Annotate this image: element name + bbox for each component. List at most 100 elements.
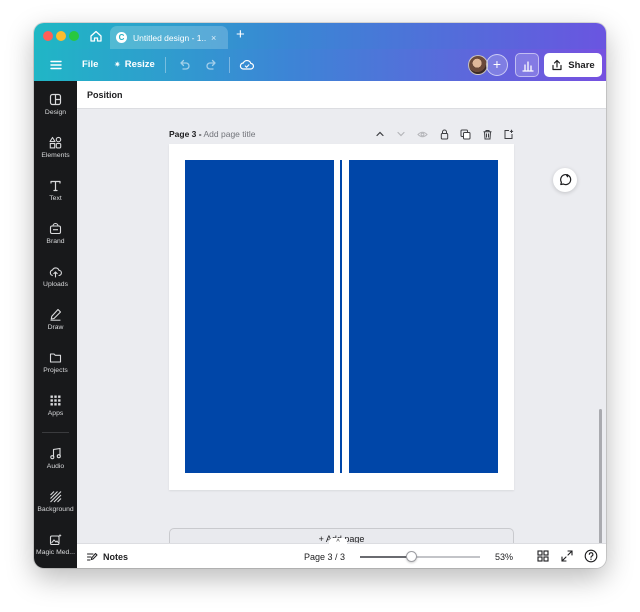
blue-panel-right[interactable] — [349, 160, 498, 473]
close-window-button[interactable] — [43, 31, 53, 41]
redo-icon[interactable] — [205, 58, 219, 72]
bar-chart-icon — [522, 61, 534, 72]
sidebar-item-label: Uploads — [43, 281, 68, 288]
position-button[interactable]: Position — [87, 90, 123, 100]
help-icon[interactable] — [584, 549, 598, 563]
elements-icon — [49, 136, 62, 149]
sidebar-item-label: Design — [44, 109, 67, 116]
left-sidebar: Design Elements Text Brand Uploads Draw … — [34, 81, 77, 568]
chevron-up-icon — [376, 131, 384, 137]
new-tab-button[interactable]: + — [236, 27, 245, 43]
sidebar-divider — [42, 432, 69, 433]
page-counter[interactable]: Page 3 / 3 — [304, 552, 345, 562]
comment-icon — [560, 174, 572, 186]
sidebar-item-elements[interactable]: Elements — [34, 132, 77, 172]
page-header: Page 3 - Add page title — [169, 129, 256, 139]
sidebar-item-projects[interactable]: Projects — [34, 347, 77, 387]
expand-pages-handle[interactable]: ^ — [329, 538, 347, 546]
app-window: C Untitled design - 1... × + File ✷ Resi… — [34, 23, 606, 568]
sidebar-item-label: Elements — [41, 152, 70, 159]
fullscreen-icon[interactable] — [561, 550, 573, 562]
zoom-slider-fill — [360, 556, 411, 558]
move-page-down-button[interactable] — [391, 127, 413, 141]
hide-page-button[interactable] — [412, 127, 434, 141]
page-tools — [369, 127, 520, 141]
share-button[interactable]: Share — [544, 53, 602, 77]
sidebar-item-brand[interactable]: Brand — [34, 218, 77, 258]
page-number-label: Page 3 - — [169, 129, 202, 139]
maximize-window-button[interactable] — [69, 31, 79, 41]
vertical-scrollbar[interactable] — [599, 409, 602, 559]
background-icon — [50, 491, 62, 503]
add-collaborator-button[interactable]: + — [486, 54, 508, 76]
sidebar-item-text[interactable]: Text — [34, 175, 77, 215]
undo-icon[interactable] — [177, 58, 191, 72]
move-page-up-button[interactable] — [369, 127, 391, 141]
notes-button[interactable]: Notes — [86, 551, 128, 563]
sidebar-item-magic-media[interactable]: Magic Med... — [34, 529, 77, 568]
sidebar-item-draw[interactable]: Draw — [34, 304, 77, 344]
duplicate-page-button[interactable] — [455, 127, 477, 141]
add-new-page-button[interactable] — [498, 127, 520, 141]
sidebar-item-label: Background — [37, 506, 74, 513]
zoom-slider-handle[interactable] — [406, 551, 417, 562]
lock-page-button[interactable] — [434, 127, 456, 141]
toolbar-divider — [229, 57, 230, 73]
home-icon[interactable] — [89, 29, 103, 43]
trash-icon — [483, 129, 492, 139]
file-menu-button[interactable]: File — [82, 59, 98, 70]
text-icon — [50, 180, 61, 192]
design-page[interactable] — [169, 144, 514, 490]
grid-view-icon[interactable] — [537, 550, 549, 562]
add-page-icon — [504, 129, 514, 139]
projects-icon — [49, 353, 62, 363]
sidebar-item-design[interactable]: Design — [34, 89, 77, 129]
add-comment-button[interactable] — [553, 168, 577, 192]
footer-bar: ^ Notes Page 3 / 3 53% — [77, 538, 606, 568]
notes-label: Notes — [103, 552, 129, 562]
lock-icon — [440, 129, 448, 139]
sidebar-item-label: Audio — [46, 463, 65, 470]
brand-icon — [49, 222, 62, 235]
notes-icon — [86, 553, 98, 561]
sidebar-item-audio[interactable]: Audio — [34, 443, 77, 483]
zoom-percentage[interactable]: 53% — [495, 552, 513, 562]
eye-icon — [417, 131, 428, 137]
canvas-area: Page 3 - Add page title + page — [77, 109, 606, 559]
sidebar-item-label: Brand — [46, 238, 65, 245]
canva-favicon-icon: C — [116, 32, 127, 43]
resize-label: Resize — [124, 59, 155, 70]
zoom-slider[interactable] — [360, 551, 480, 562]
sidebar-item-label: Projects — [43, 367, 68, 374]
insights-button[interactable] — [515, 53, 539, 77]
uploads-icon — [49, 267, 62, 278]
tab-title: Untitled design - 1... — [133, 32, 207, 43]
page-title-input[interactable]: Add page title — [204, 129, 256, 139]
editor-toolbar: File ✷ Resize + Share — [34, 49, 606, 81]
sidebar-item-uploads[interactable]: Uploads — [34, 261, 77, 301]
audio-icon — [50, 447, 61, 460]
user-avatar[interactable] — [468, 55, 488, 75]
chevron-down-icon — [397, 131, 405, 137]
apps-icon — [50, 395, 61, 406]
delete-page-button[interactable] — [477, 127, 499, 141]
minimize-window-button[interactable] — [56, 31, 66, 41]
context-toolbar: Position — [77, 81, 606, 109]
sidebar-item-background[interactable]: Background — [34, 486, 77, 526]
resize-button[interactable]: ✷ Resize — [114, 59, 155, 70]
magic-media-icon — [49, 533, 62, 546]
sidebar-item-label: Apps — [47, 410, 64, 417]
tab-close-icon[interactable]: × — [211, 33, 216, 43]
sidebar-item-label: Magic Med... — [36, 549, 75, 556]
blue-panel-left[interactable] — [185, 160, 334, 473]
draw-icon — [50, 308, 62, 321]
vertical-divider-line[interactable] — [340, 160, 342, 473]
sparkle-icon: ✷ — [114, 60, 121, 69]
sidebar-item-label: Draw — [47, 324, 64, 331]
sidebar-item-label: Text — [49, 195, 62, 202]
toolbar-divider — [165, 57, 166, 73]
hamburger-menu-icon[interactable] — [49, 58, 63, 72]
tab-untitled-design[interactable]: C Untitled design - 1... × — [110, 26, 228, 49]
sidebar-item-apps[interactable]: Apps — [34, 390, 77, 430]
cloud-saved-icon[interactable] — [239, 57, 255, 73]
